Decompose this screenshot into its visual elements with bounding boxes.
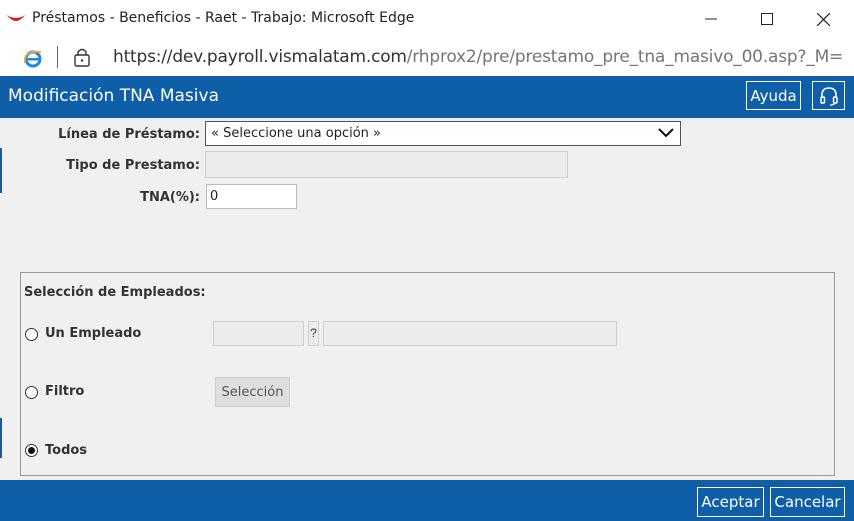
url-text[interactable]: https://dev.payroll.vismalatam.com/rhpro…	[113, 47, 843, 67]
radio-todos[interactable]	[25, 444, 38, 457]
employee-selection-group	[20, 272, 835, 476]
radio-filtro-label[interactable]: Filtro	[45, 384, 84, 399]
close-icon	[816, 12, 830, 26]
window-title: Préstamos - Beneficios - Raet - Trabajo:…	[32, 10, 415, 26]
headset-icon	[819, 86, 838, 106]
maximize-icon	[761, 13, 773, 25]
page-title: Modificación TNA Masiva	[8, 86, 219, 106]
radio-un-empleado-label[interactable]: Un Empleado	[45, 326, 141, 341]
employee-selection-legend: Selección de Empleados:	[24, 285, 206, 300]
linea-select-value: « Seleccione una opción »	[211, 126, 381, 141]
chevron-down-icon	[658, 128, 674, 138]
tipo-label: Tipo de Prestamo:	[66, 158, 200, 173]
employee-lookup-button[interactable]: ?	[308, 321, 319, 346]
employee-name-field[interactable]	[323, 321, 617, 346]
page-header: Modificación TNA Masiva Ayuda	[0, 76, 854, 118]
tna-input[interactable]: 0	[206, 184, 297, 209]
lock-icon[interactable]	[73, 47, 91, 67]
minimize-button[interactable]	[683, 0, 739, 38]
window-titlebar: Préstamos - Beneficios - Raet - Trabajo:…	[0, 0, 854, 38]
seleccion-button[interactable]: Selección	[215, 377, 290, 407]
tipo-field[interactable]	[205, 151, 568, 178]
left-edge-accent	[0, 418, 2, 458]
url-host: https://dev.payroll.vismalatam.com	[113, 47, 407, 67]
ie-mode-icon	[23, 50, 42, 68]
url-path: /rhprox2/pre/prestamo_pre_tna_masivo_00.…	[406, 47, 844, 67]
radio-todos-label[interactable]: Todos	[45, 443, 87, 458]
employee-code-field[interactable]	[213, 321, 304, 346]
left-edge-accent	[0, 148, 2, 193]
cancel-button[interactable]: Cancelar	[770, 487, 845, 517]
maximize-button[interactable]	[739, 0, 795, 38]
help-button[interactable]: Ayuda	[746, 81, 801, 110]
accept-button[interactable]: Aceptar	[697, 487, 764, 517]
linea-select[interactable]: « Seleccione una opción »	[205, 121, 681, 146]
radio-filtro[interactable]	[25, 386, 38, 399]
close-button[interactable]	[795, 0, 851, 38]
linea-label: Línea de Préstamo:	[58, 127, 200, 142]
support-button[interactable]	[812, 81, 845, 110]
app-logo-icon	[7, 15, 25, 21]
radio-un-empleado[interactable]	[25, 328, 38, 341]
tna-label: TNA(%):	[140, 190, 200, 205]
address-bar: https://dev.payroll.vismalatam.com/rhpro…	[0, 38, 854, 77]
minimize-icon	[705, 18, 717, 20]
address-separator	[57, 46, 58, 68]
